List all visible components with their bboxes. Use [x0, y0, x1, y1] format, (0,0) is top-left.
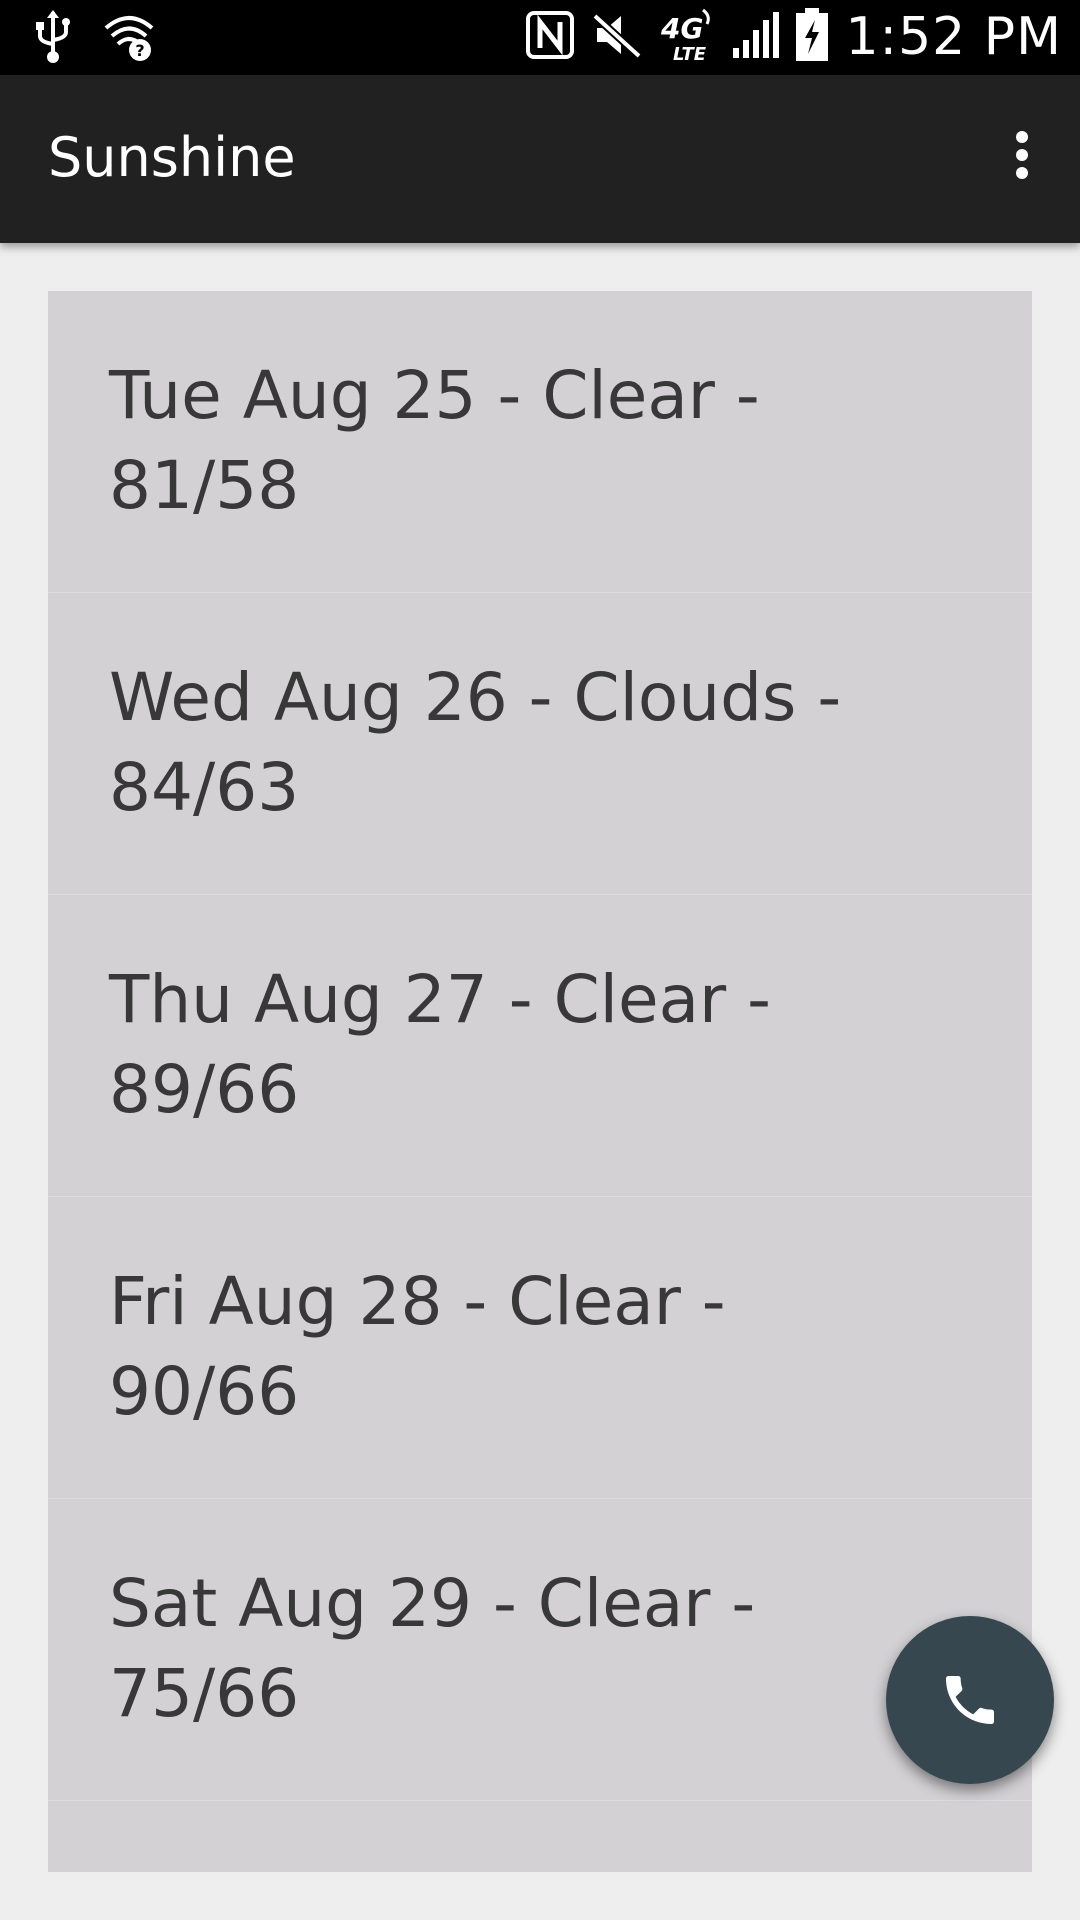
wifi-question-icon: ?: [102, 12, 156, 66]
app-bar: Sunshine: [0, 75, 1080, 243]
forecast-item-label: Tue Aug 25 - Clear - 81/58: [109, 357, 760, 524]
overflow-menu-button[interactable]: [982, 115, 1062, 195]
status-bar-right: 4G LTE 1:52 PM: [525, 6, 1062, 68]
4g-lte-icon: 4G LTE: [659, 8, 715, 66]
status-bar: ? 4G LTE 1:52 PM: [0, 0, 1080, 75]
forecast-item-label: Wed Aug 26 - Clouds - 84/63: [109, 659, 842, 826]
status-bar-left: ?: [34, 10, 156, 68]
more-vert-icon: [1016, 131, 1028, 179]
forecast-list-item[interactable]: Thu Aug 27 - Clear - 89/66: [48, 895, 1032, 1197]
forecast-list-item[interactable]: Wed Aug 26 - Clouds - 84/63: [48, 593, 1032, 895]
svg-text:4G: 4G: [660, 12, 703, 45]
forecast-list[interactable]: Tue Aug 25 - Clear - 81/58 Wed Aug 26 - …: [48, 291, 1032, 1872]
svg-text:?: ?: [135, 41, 144, 60]
phone-icon: [946, 1676, 994, 1724]
svg-text:LTE: LTE: [673, 44, 707, 62]
usb-icon: [34, 10, 72, 68]
forecast-item-label: Thu Aug 27 - Clear - 89/66: [109, 961, 771, 1128]
forecast-item-label: Sat Aug 29 - Clear - 75/66: [109, 1565, 756, 1732]
status-time: 1:52 PM: [845, 7, 1062, 67]
mute-icon: [591, 10, 643, 64]
forecast-list-item[interactable]: Sat Aug 29 - Clear - 75/66: [48, 1499, 1032, 1801]
signal-icon: [731, 10, 780, 64]
battery-charging-icon: [795, 8, 829, 66]
call-fab-button[interactable]: [886, 1616, 1054, 1784]
app-title: Sunshine: [48, 126, 296, 189]
nfc-icon: [525, 10, 575, 64]
forecast-item-label: Fri Aug 28 - Clear - 90/66: [109, 1263, 726, 1430]
forecast-list-item[interactable]: Fri Aug 28 - Clear - 90/66: [48, 1197, 1032, 1499]
forecast-list-item[interactable]: Tue Aug 25 - Clear - 81/58: [48, 291, 1032, 593]
